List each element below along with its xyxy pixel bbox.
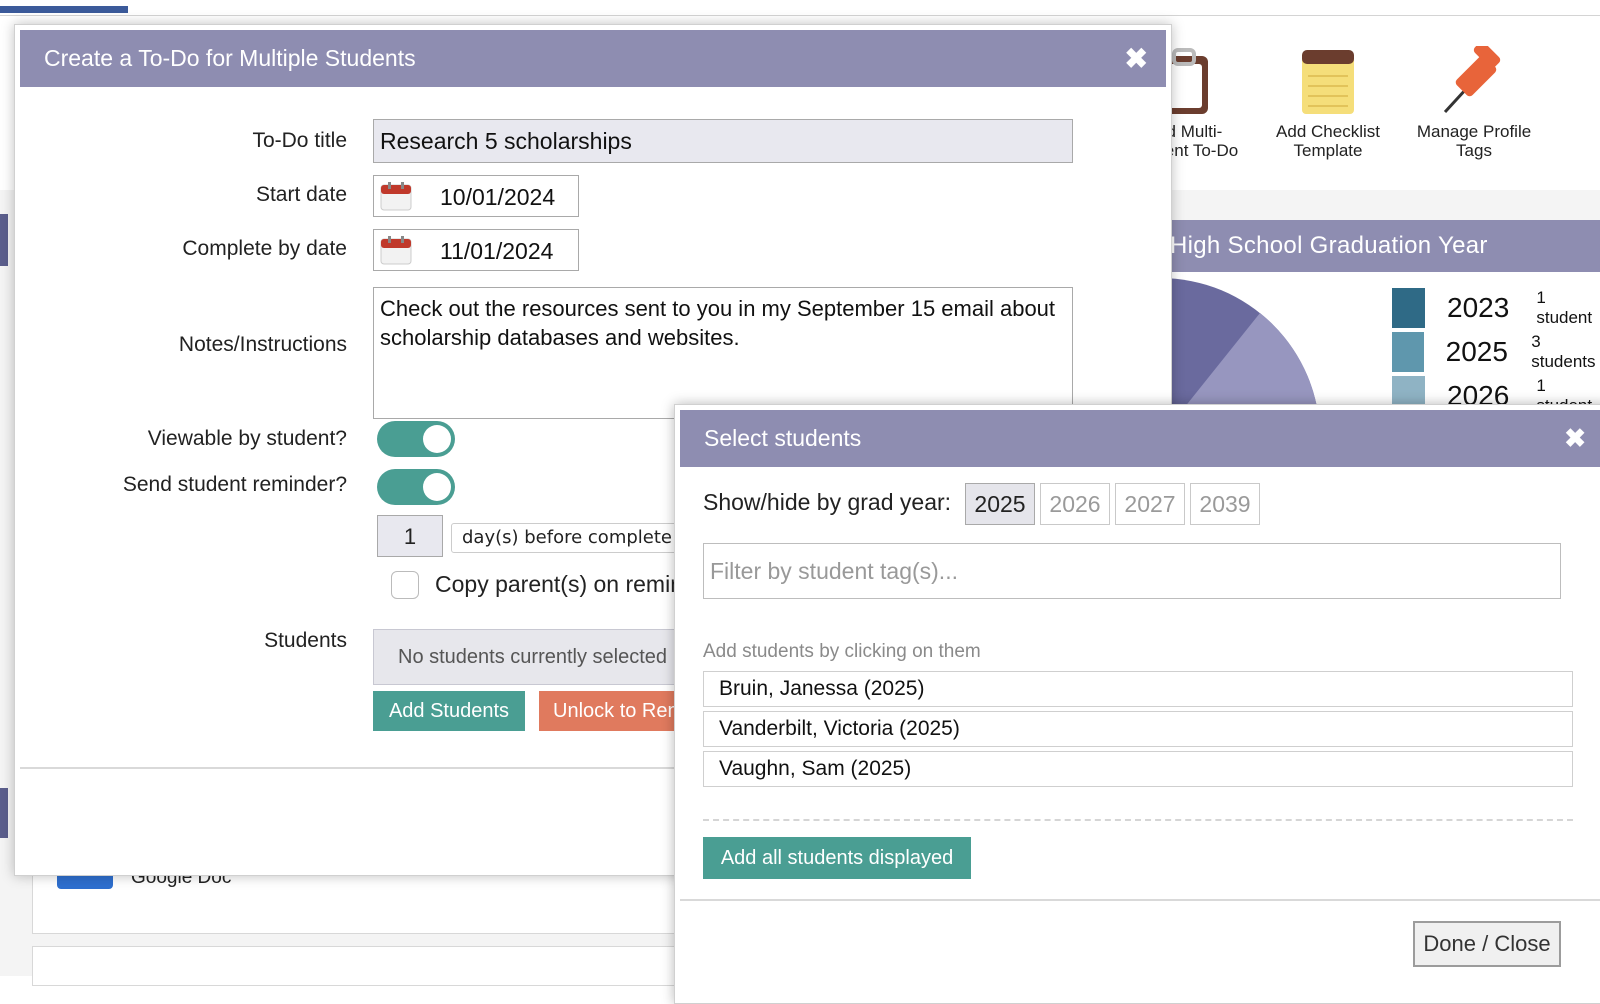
legend-item: 2023 1 student — [1392, 286, 1600, 330]
student-tag-filter-input[interactable] — [703, 543, 1561, 599]
dialog-title: Select students — [704, 425, 862, 451]
resource-item[interactable] — [32, 946, 682, 986]
start-date-value: 10/01/2024 — [440, 184, 556, 210]
notes-textarea[interactable]: Check out the resources sent to you in m… — [373, 287, 1073, 419]
grad-year-pie-chart — [1160, 278, 1318, 410]
complete-date-value: 11/01/2024 — [440, 238, 554, 264]
legend-year: 2025 — [1445, 336, 1508, 367]
toggle-knob — [423, 425, 451, 453]
grad-year-filter-label: Show/hide by grad year: — [703, 489, 952, 515]
tool-label: Manage Profile — [1416, 122, 1532, 141]
year-toggle-2026[interactable]: 2026 — [1040, 483, 1110, 525]
legend-swatch — [1392, 288, 1426, 328]
close-icon[interactable]: ✖ — [1564, 410, 1586, 467]
todo-title-input[interactable]: Research 5 scholarships — [373, 119, 1073, 163]
dialog-header: Create a To-Do for Multiple Students ✖ — [20, 30, 1166, 87]
days-before-label: day(s) before complete — [451, 523, 683, 553]
complete-date-label: Complete by date — [182, 237, 347, 260]
left-accent-stripe — [0, 788, 8, 838]
start-date-field[interactable]: 10/01/2024 — [373, 175, 579, 217]
notepad-icon — [1302, 50, 1354, 114]
student-list-item[interactable]: Vaughn, Sam (2025) — [703, 751, 1573, 787]
dialog-title: Create a To-Do for Multiple Students — [44, 45, 416, 71]
copy-parent-checkbox[interactable] — [391, 571, 419, 599]
tool-label: Template — [1293, 141, 1363, 160]
legend-swatch — [1392, 332, 1424, 372]
viewable-toggle[interactable] — [377, 421, 455, 457]
tool-label: Tags — [1456, 141, 1492, 160]
active-tab-indicator — [0, 6, 128, 13]
left-accent-stripe — [0, 214, 8, 266]
add-all-students-button[interactable]: Add all students displayed — [703, 837, 971, 879]
viewable-label: Viewable by student? — [147, 427, 347, 450]
list-divider — [703, 819, 1573, 821]
year-toggle-2039[interactable]: 2039 — [1190, 483, 1260, 525]
add-students-hint: Add students by clicking on them — [703, 641, 981, 662]
student-list-item[interactable]: Bruin, Janessa (2025) — [703, 671, 1573, 707]
selected-students-box: No students currently selected — [373, 629, 693, 685]
notes-label: Notes/Instructions — [178, 333, 347, 356]
students-label: Students — [264, 629, 347, 652]
todo-title-label: To-Do title — [252, 129, 347, 152]
legend-item: 2025 3 students — [1392, 330, 1600, 374]
dialog-divider — [680, 899, 1600, 901]
add-students-button[interactable]: Add Students — [373, 691, 525, 731]
grad-year-panel: High School Graduation Year 2023 1 stude… — [1160, 220, 1600, 410]
pushpin-icon — [1443, 46, 1501, 114]
select-students-dialog: Select students ✖ Show/hide by grad year… — [674, 404, 1600, 1004]
tool-add-checklist-template[interactable]: Add Checklist Template — [1258, 40, 1398, 160]
calendar-icon[interactable] — [380, 181, 412, 211]
top-nav-bar — [0, 0, 1600, 16]
student-list-item[interactable]: Vanderbilt, Victoria (2025) — [703, 711, 1573, 747]
tool-manage-profile-tags[interactable]: Manage Profile Tags — [1404, 40, 1544, 160]
toggle-knob — [423, 473, 451, 501]
complete-date-field[interactable]: 11/01/2024 — [373, 229, 579, 271]
close-icon[interactable]: ✖ — [1125, 30, 1148, 87]
reminder-days-input[interactable]: 1 — [377, 515, 443, 557]
tools-toolbar: Add Multi- Student To-Do Add Checklist T… — [1130, 40, 1600, 190]
tool-label: Add Checklist — [1276, 122, 1380, 141]
year-toggle-2025[interactable]: 2025 — [965, 483, 1035, 525]
calendar-icon[interactable] — [380, 235, 412, 265]
year-toggle-2027[interactable]: 2027 — [1115, 483, 1185, 525]
reminder-toggle[interactable] — [377, 469, 455, 505]
legend-year: 2023 — [1447, 292, 1510, 323]
start-date-label: Start date — [255, 183, 347, 206]
dialog-header: Select students ✖ — [680, 410, 1600, 467]
legend-count: 1 student — [1536, 288, 1593, 327]
done-close-button[interactable]: Done / Close — [1413, 921, 1561, 967]
reminder-label: Send student reminder? — [122, 473, 347, 496]
legend-count: 3 students — [1531, 332, 1596, 371]
grad-year-panel-title: High School Graduation Year — [1160, 220, 1600, 272]
grad-year-legend: 2023 1 student 2025 3 students 2026 1 st… — [1392, 286, 1600, 410]
